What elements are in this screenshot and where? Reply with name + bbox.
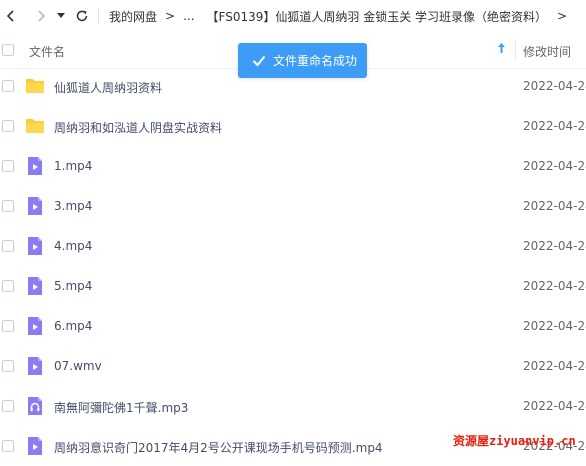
file-modified-date: 2022-04-24	[523, 239, 586, 253]
video-icon	[28, 357, 42, 375]
list-item[interactable]: 3.mp4 2022-04-24	[0, 186, 586, 226]
forward-button[interactable]	[30, 0, 52, 32]
select-all-checkbox[interactable]	[2, 44, 14, 56]
file-name[interactable]: 南無阿彌陀佛1千聲.mp3	[54, 399, 188, 416]
video-icon	[28, 197, 42, 215]
nav-divider	[98, 8, 99, 24]
file-name[interactable]: 6.mp4	[54, 319, 92, 333]
file-name[interactable]: 仙狐道人周纳羽资料	[54, 79, 162, 96]
row-checkbox[interactable]	[2, 280, 14, 292]
video-icon	[28, 437, 42, 455]
breadcrumb-end-separator: >	[557, 9, 568, 23]
row-checkbox[interactable]	[2, 120, 14, 132]
refresh-icon	[76, 10, 88, 22]
navigation-bar: 我的网盘 > ... 【FS0139】仙狐道人周纳羽 金锁玉关 学习班录像（绝密…	[0, 0, 586, 32]
history-dropdown-button[interactable]	[54, 0, 68, 32]
file-name[interactable]: 3.mp4	[54, 199, 92, 213]
list-item[interactable]: 07.wmv 2022-04-24	[0, 346, 586, 386]
row-checkbox[interactable]	[2, 240, 14, 252]
row-checkbox[interactable]	[2, 160, 14, 172]
toast-message: 文件重命名成功	[273, 54, 358, 68]
list-item[interactable]: 南無阿彌陀佛1千聲.mp3 2022-04-24	[0, 386, 586, 426]
row-checkbox[interactable]	[2, 360, 14, 372]
file-name[interactable]: 1.mp4	[54, 159, 92, 173]
list-item[interactable]: 6.mp4 2022-04-24	[0, 306, 586, 346]
file-modified-date: 2022-04-24	[523, 319, 586, 333]
breadcrumb-root[interactable]: 我的网盘	[109, 8, 157, 25]
chevron-right-icon	[38, 10, 46, 22]
list-item[interactable]: 周纳羽和如泓道人阴盘实战资料 2022-04-24	[0, 106, 586, 146]
file-name[interactable]: 4.mp4	[54, 239, 92, 253]
file-name[interactable]: 5.mp4	[54, 279, 92, 293]
file-modified-date: 2022-04-24	[523, 159, 586, 173]
video-icon	[28, 277, 42, 295]
breadcrumb-ellipsis[interactable]: ...	[183, 9, 194, 23]
back-button[interactable]	[0, 0, 22, 32]
video-icon	[28, 317, 42, 335]
refresh-button[interactable]	[72, 0, 92, 32]
column-header-filename[interactable]: 文件名	[29, 43, 65, 60]
file-modified-date: 2022-04-24	[523, 399, 586, 413]
row-checkbox[interactable]	[2, 200, 14, 212]
file-modified-date: 2022-04-24	[523, 199, 586, 213]
list-item[interactable]: 4.mp4 2022-04-24	[0, 226, 586, 266]
file-modified-date: 2022-04-24	[523, 79, 586, 93]
audio-icon	[28, 397, 42, 415]
file-name[interactable]: 周纳羽和如泓道人阴盘实战资料	[54, 119, 222, 136]
row-checkbox[interactable]	[2, 440, 14, 452]
list-item[interactable]: 1.mp4 2022-04-24	[0, 146, 586, 186]
breadcrumb-current: 【FS0139】仙狐道人周纳羽 金锁玉关 学习班录像（绝密资料）	[206, 9, 548, 24]
row-checkbox[interactable]	[2, 80, 14, 92]
caret-down-icon	[57, 13, 65, 18]
file-modified-date: 2022-04-24	[523, 279, 586, 293]
checkmark-icon	[252, 55, 266, 67]
row-checkbox[interactable]	[2, 400, 14, 412]
chevron-left-icon	[6, 10, 14, 22]
rename-success-toast: 文件重命名成功	[238, 43, 367, 78]
file-name[interactable]: 周纳羽意识奇门2017年4月2号公开课现场手机号码预测.mp4	[54, 439, 383, 456]
sort-arrow-icon[interactable]	[497, 42, 506, 57]
list-item[interactable]: 5.mp4 2022-04-24	[0, 266, 586, 306]
folder-icon	[26, 79, 44, 93]
file-modified-date: 2022-04-24	[523, 359, 586, 373]
video-icon	[28, 237, 42, 255]
watermark: 资源屋ziyuanvip.cn	[453, 434, 576, 448]
column-header-modified[interactable]: 修改时间	[523, 43, 571, 60]
row-checkbox[interactable]	[2, 320, 14, 332]
column-divider[interactable]	[515, 40, 516, 60]
folder-icon	[26, 119, 44, 133]
breadcrumb-separator: >	[165, 9, 176, 23]
file-name[interactable]: 07.wmv	[54, 359, 102, 373]
file-modified-date: 2022-04-24	[523, 119, 586, 133]
video-icon	[28, 157, 42, 175]
